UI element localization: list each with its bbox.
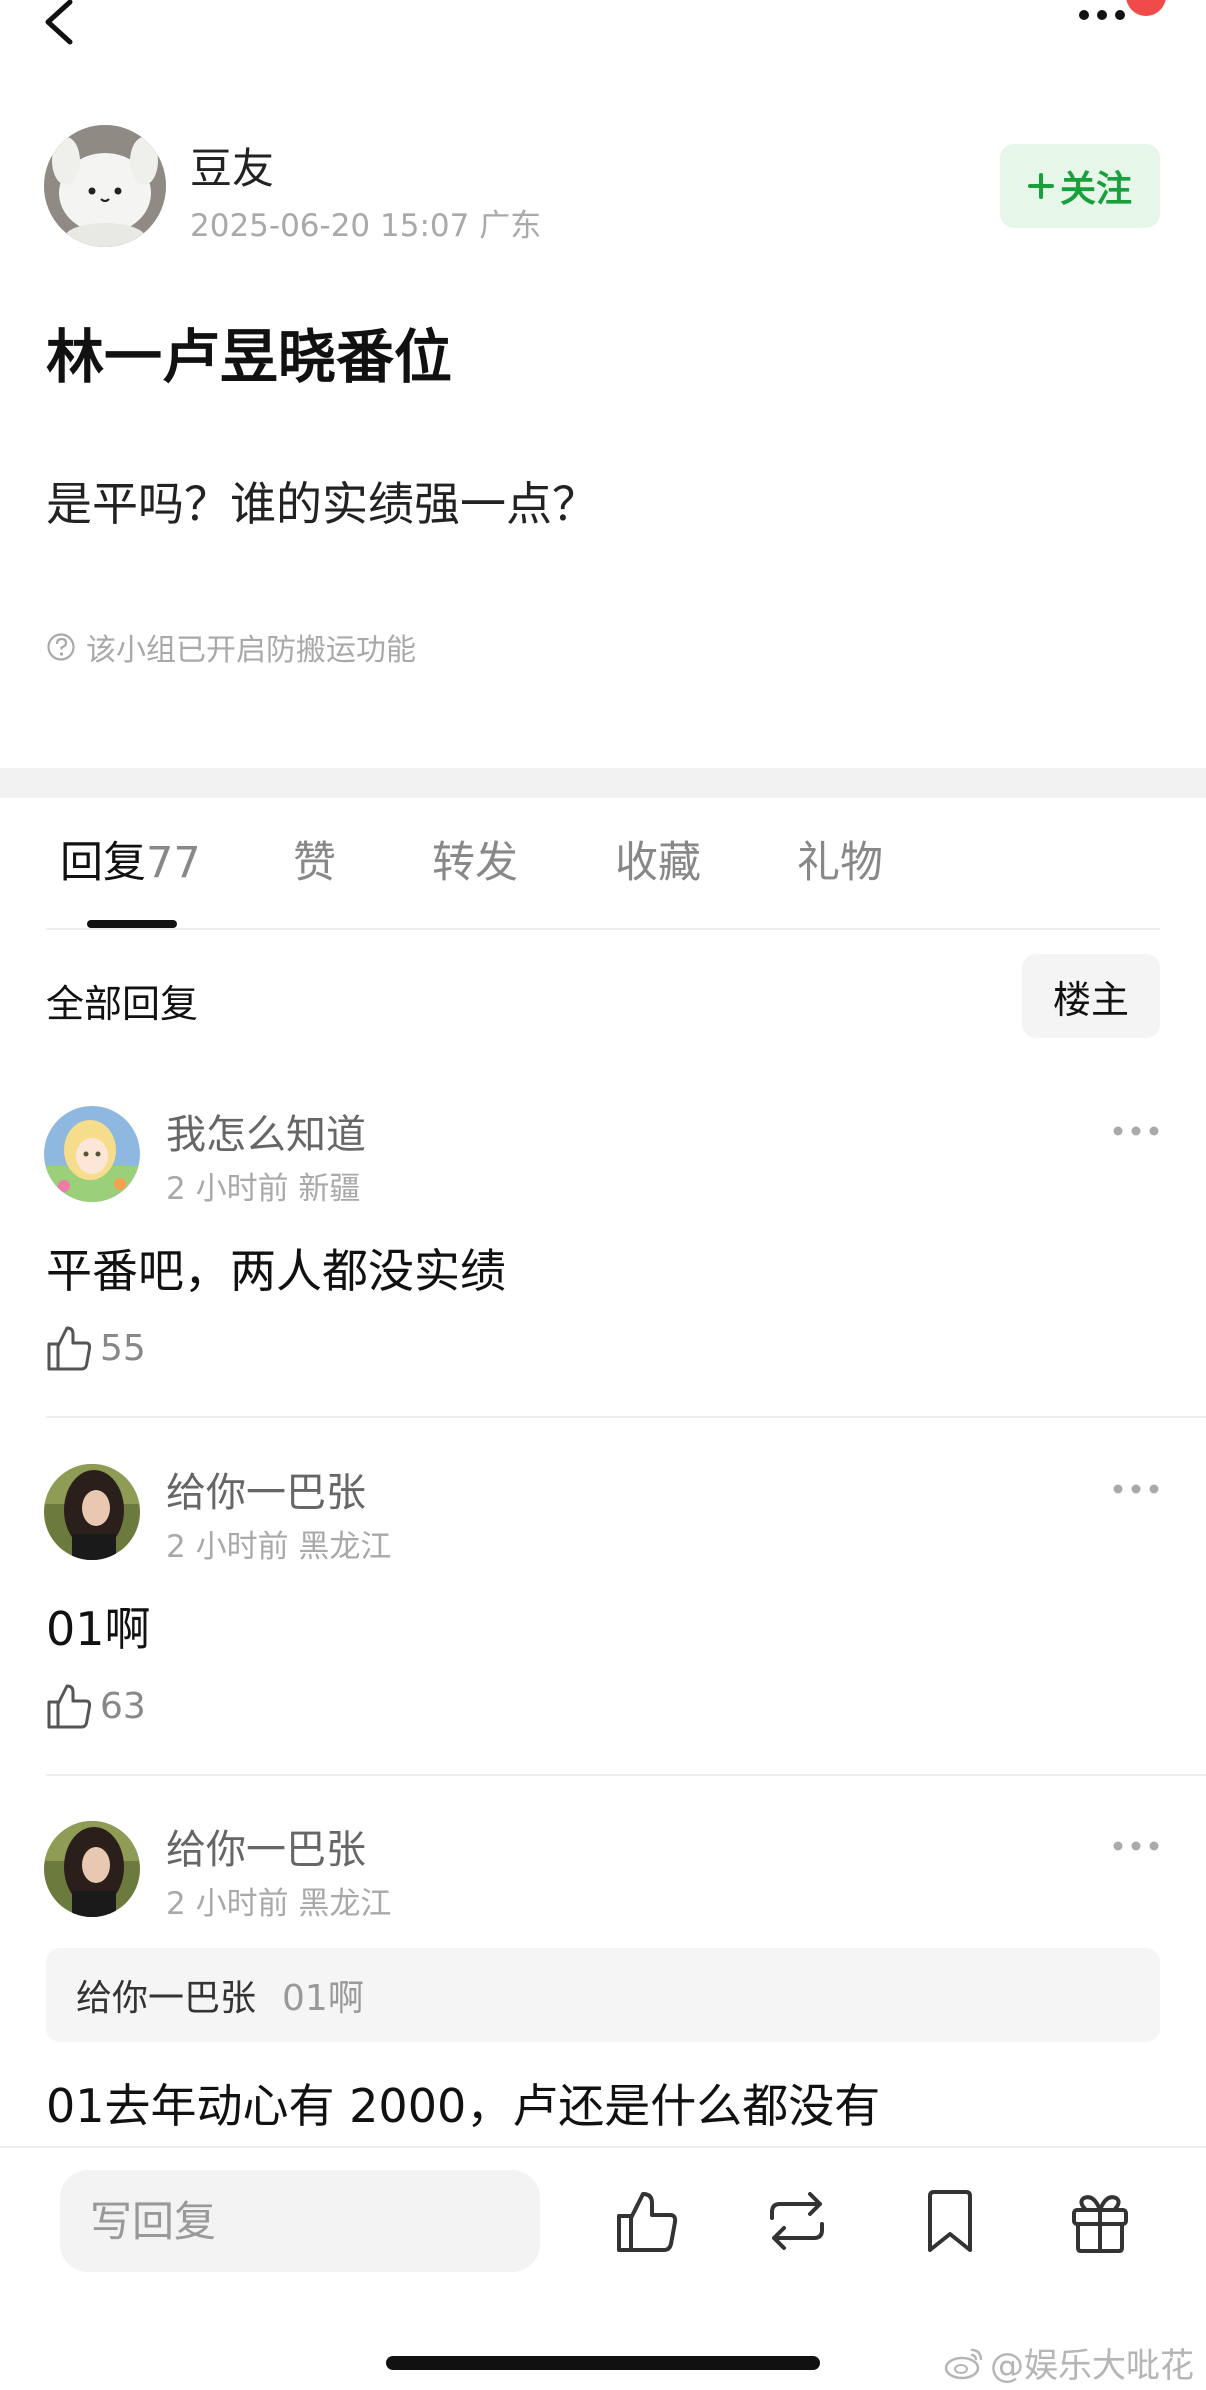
more-dots-icon: [1113, 1484, 1159, 1494]
author-avatar[interactable]: [44, 125, 166, 247]
reply-input[interactable]: [60, 2170, 540, 2272]
quoted-author: 给你一巴张: [76, 1978, 257, 2019]
photo-avatar-icon: [44, 1821, 140, 1917]
watermark: @娱乐大吡花: [944, 2338, 1194, 2387]
like-button[interactable]: [614, 2188, 678, 2254]
tab-favorites[interactable]: 收藏: [615, 828, 701, 890]
all-replies-label: 全部回复: [46, 982, 199, 1026]
comment-meta: 2 小时前 新疆: [166, 1171, 361, 1207]
comment-author[interactable]: 我怎么知道: [166, 1102, 366, 1160]
comment-text: 01啊: [46, 1602, 151, 1656]
comment-meta: 2 小时前 黑龙江: [166, 1529, 392, 1565]
chevron-left-icon: [45, 0, 73, 45]
interaction-tabs: 回复77 赞 转发 收藏 礼物: [0, 828, 1206, 928]
thumbs-up-icon: [47, 1326, 92, 1371]
plush-toy-avatar-icon: [44, 125, 166, 247]
post-meta: 2025-06-20 15:07 广东: [190, 208, 542, 244]
tab-replies[interactable]: 回复77: [60, 828, 201, 890]
plus-icon: [1027, 173, 1054, 199]
active-tab-indicator: [87, 920, 177, 928]
repost-button[interactable]: [764, 2188, 828, 2254]
quoted-reply[interactable]: 给你一巴张 01啊: [46, 1948, 1160, 2042]
author-name[interactable]: 豆友: [190, 135, 274, 196]
comment-like-button[interactable]: 55: [46, 1322, 146, 1374]
cartoon-girl-avatar-icon: [44, 1106, 140, 1202]
comment-author[interactable]: 给你一巴张: [166, 1817, 366, 1875]
tabs-divider: [46, 928, 1160, 930]
comment-text: 01去年动心有 2000，卢还是什么都没有: [46, 2079, 881, 2133]
op-only-filter-button[interactable]: 楼主: [1022, 954, 1160, 1038]
back-button[interactable]: [40, 0, 80, 48]
gift-icon: [1072, 2195, 1128, 2253]
comment-more-button[interactable]: [1112, 1124, 1160, 1138]
weibo-logo-icon: [944, 2348, 983, 2379]
tab-likes[interactable]: 赞: [293, 828, 336, 890]
tab-reposts[interactable]: 转发: [432, 828, 518, 890]
comment-like-count: 63: [100, 1685, 146, 1727]
comment-avatar[interactable]: [44, 1821, 140, 1917]
bookmark-button[interactable]: [918, 2188, 982, 2254]
watermark-text: @娱乐大吡花: [990, 2346, 1194, 2386]
thumbs-up-icon: [617, 2192, 678, 2252]
help-circle-icon: [47, 633, 75, 661]
tab-replies-label: 回复: [60, 838, 146, 888]
comment-more-button[interactable]: [1112, 1482, 1160, 1496]
repost-icon: [770, 2192, 824, 2250]
photo-avatar-icon: [44, 1464, 140, 1560]
thumbs-up-icon: [47, 1684, 92, 1729]
bookmark-icon: [928, 2190, 972, 2252]
gift-button[interactable]: [1068, 2188, 1132, 2254]
comment-more-button[interactable]: [1112, 1839, 1160, 1853]
post-body: 是平吗？谁的实绩强一点？: [46, 477, 598, 531]
follow-label: 关注: [1059, 169, 1132, 210]
comment-avatar[interactable]: [44, 1464, 140, 1560]
notification-dot: [1126, 0, 1166, 16]
post-title: 林一卢昱晓番位: [46, 323, 453, 391]
comment-divider: [46, 1774, 1206, 1776]
more-dots-icon: [1113, 1841, 1159, 1851]
comment-text: 平番吧，两人都没实绩: [46, 1244, 506, 1298]
notice-text: 该小组已开启防搬运功能: [86, 633, 416, 668]
comment-author[interactable]: 给你一巴张: [166, 1460, 366, 1518]
home-indicator: [386, 2356, 820, 2370]
quoted-text: 01啊: [282, 1978, 364, 2019]
comment-like-button[interactable]: 63: [46, 1680, 146, 1732]
tab-replies-count: 77: [146, 838, 201, 888]
comment-avatar[interactable]: [44, 1106, 140, 1202]
section-divider: [0, 768, 1206, 798]
follow-button[interactable]: 关注: [1000, 144, 1160, 228]
comment-like-count: 55: [100, 1327, 146, 1369]
comment-divider: [46, 1416, 1206, 1418]
more-options-button[interactable]: [1076, 0, 1166, 28]
anti-repost-notice[interactable]: 该小组已开启防搬运功能: [46, 625, 416, 669]
more-dots-icon: [1113, 1126, 1159, 1136]
comment-meta: 2 小时前 黑龙江: [166, 1886, 392, 1922]
more-dots-icon: [1079, 0, 1166, 20]
tab-gifts[interactable]: 礼物: [797, 828, 883, 890]
